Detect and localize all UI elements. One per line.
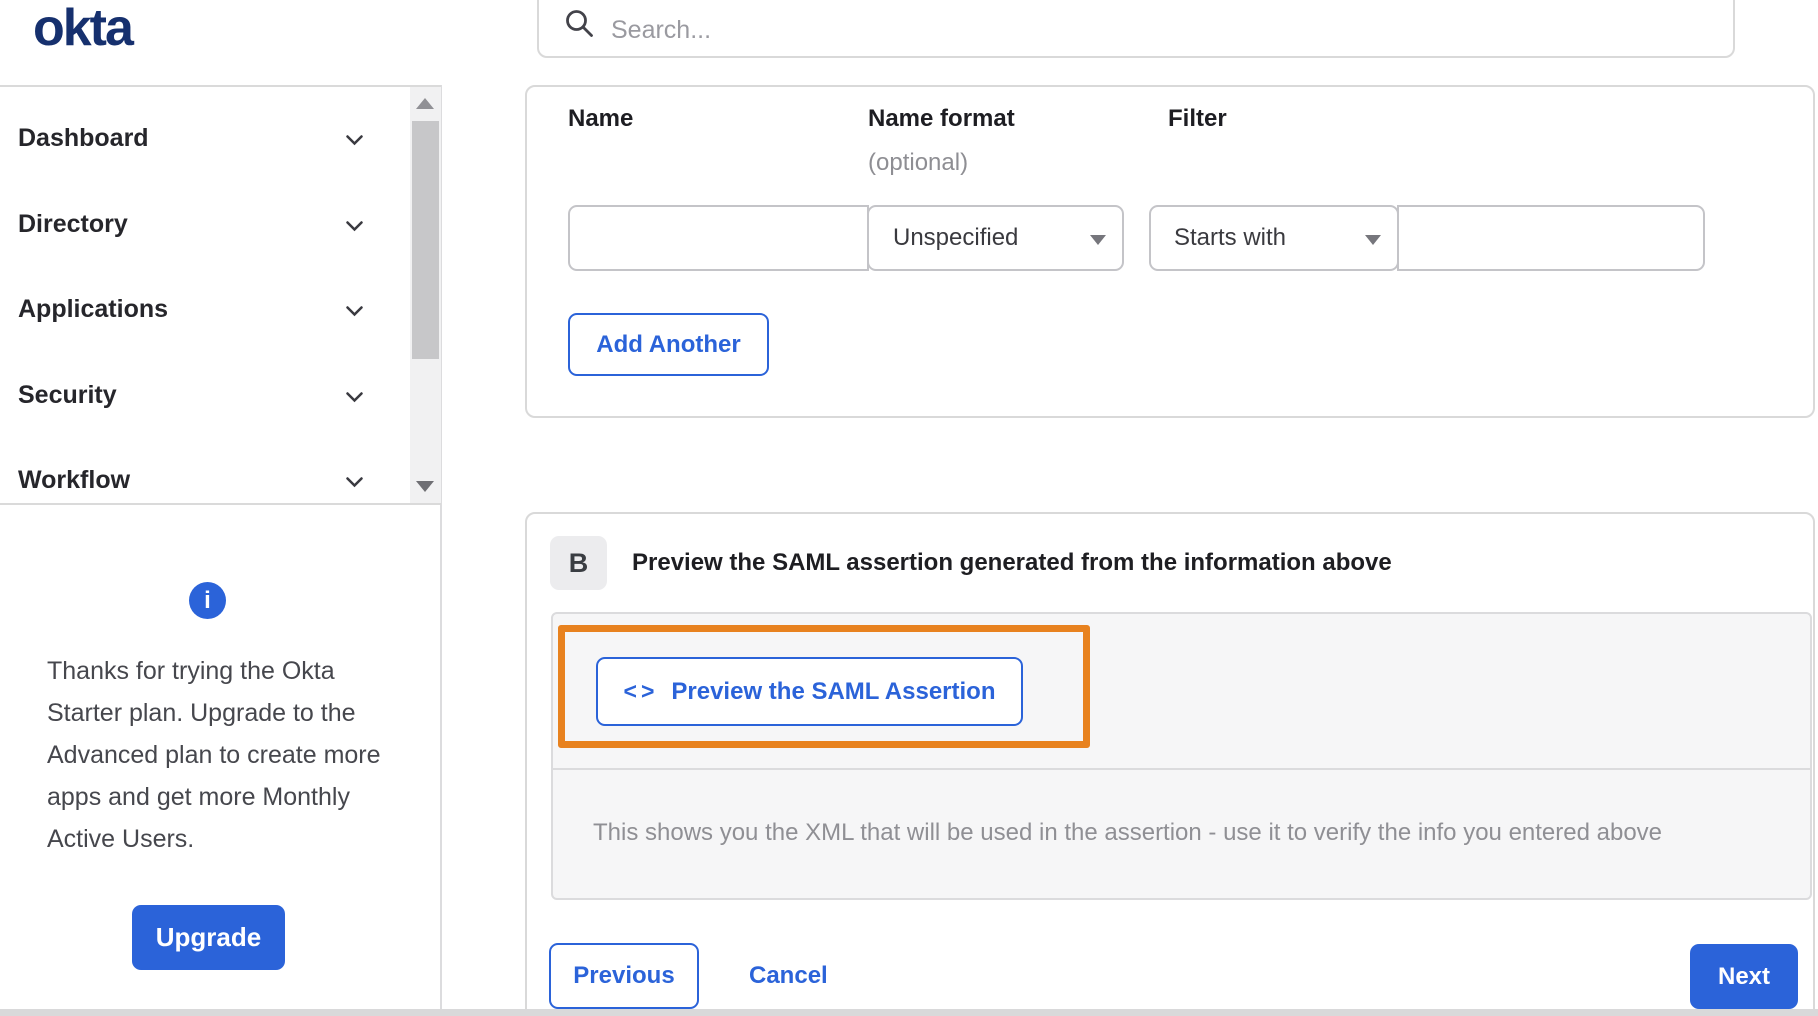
dropdown-caret-icon: [1090, 235, 1106, 245]
preview-button-row: <> Preview the SAML Assertion: [553, 614, 1810, 770]
sidebar-item-dashboard[interactable]: Dashboard: [0, 96, 400, 181]
saml-preview-panel: <> Preview the SAML Assertion This shows…: [551, 612, 1812, 900]
sidebar-scrollbar[interactable]: [410, 87, 441, 503]
dropdown-caret-icon: [1365, 235, 1381, 245]
info-icon: i: [189, 582, 226, 619]
sidebar-item-applications[interactable]: Applications: [0, 267, 400, 352]
sidebar-item-label: Security: [18, 381, 117, 409]
name-format-dropdown[interactable]: Unspecified: [867, 205, 1124, 271]
section-b-badge: B: [550, 536, 607, 590]
sidebar-item-label: Directory: [18, 210, 128, 238]
scroll-down-icon[interactable]: [416, 481, 434, 492]
preview-saml-assertion-button[interactable]: <> Preview the SAML Assertion: [596, 657, 1023, 726]
search-input[interactable]: [611, 16, 1611, 45]
saml-preview-card: B Preview the SAML assertion generated f…: [525, 512, 1815, 1016]
section-b-title: Preview the SAML assertion generated fro…: [632, 549, 1392, 576]
attribute-name-field[interactable]: [568, 205, 869, 271]
sidebar-item-label: Workflow: [18, 466, 131, 494]
attribute-name-input[interactable]: [570, 207, 867, 269]
okta-logo: okta: [33, 0, 134, 57]
preview-caption: This shows you the XML that will be used…: [593, 819, 1663, 846]
search-icon: [564, 8, 596, 45]
filter-value-input[interactable]: [1399, 207, 1703, 269]
chevron-down-icon: [346, 133, 363, 151]
okta-admin-console: okta Dashboard Directory Applications: [0, 0, 1818, 1016]
sidebar-item-workflow[interactable]: Workflow: [0, 438, 400, 523]
sidebar-item-security[interactable]: Security: [0, 353, 400, 438]
filter-type-dropdown[interactable]: Starts with: [1149, 205, 1399, 271]
filter-type-selected-value: Starts with: [1174, 224, 1287, 251]
chevron-down-icon: [346, 390, 363, 408]
preview-button-label: Preview the SAML Assertion: [671, 677, 996, 705]
next-button[interactable]: Next: [1690, 944, 1798, 1009]
upgrade-button[interactable]: Upgrade: [132, 905, 285, 970]
filter-value-field[interactable]: [1397, 205, 1705, 271]
name-column-header: Name: [568, 105, 634, 132]
name-format-column-header: Name format: [868, 105, 1015, 132]
sidebar-item-label: Dashboard: [18, 124, 149, 152]
sidebar-item-directory[interactable]: Directory: [0, 182, 400, 267]
chevron-down-icon: [346, 475, 363, 493]
name-format-hint: (optional): [868, 149, 969, 176]
sidebar-nav: Dashboard Directory Applications Securit…: [0, 85, 441, 505]
attribute-statements-card: Name Name format (optional) Filter Unspe…: [525, 85, 1815, 418]
chevron-down-icon: [346, 219, 363, 237]
cancel-link[interactable]: Cancel: [749, 943, 828, 1009]
sidebar-item-label: Applications: [18, 295, 169, 323]
code-brackets-icon: <>: [623, 678, 659, 704]
add-another-button[interactable]: Add Another: [568, 313, 769, 376]
previous-button[interactable]: Previous: [549, 943, 699, 1009]
scrollbar-thumb[interactable]: [412, 121, 439, 359]
bottom-scrollbar-strip[interactable]: [0, 1009, 1818, 1016]
name-format-selected-value: Unspecified: [893, 224, 1019, 251]
filter-column-header: Filter: [1168, 105, 1227, 132]
chevron-down-icon: [346, 304, 363, 322]
global-search[interactable]: [537, 0, 1735, 58]
upgrade-message: Thanks for trying the Okta Starter plan.…: [47, 657, 381, 853]
scroll-up-icon[interactable]: [416, 98, 434, 109]
